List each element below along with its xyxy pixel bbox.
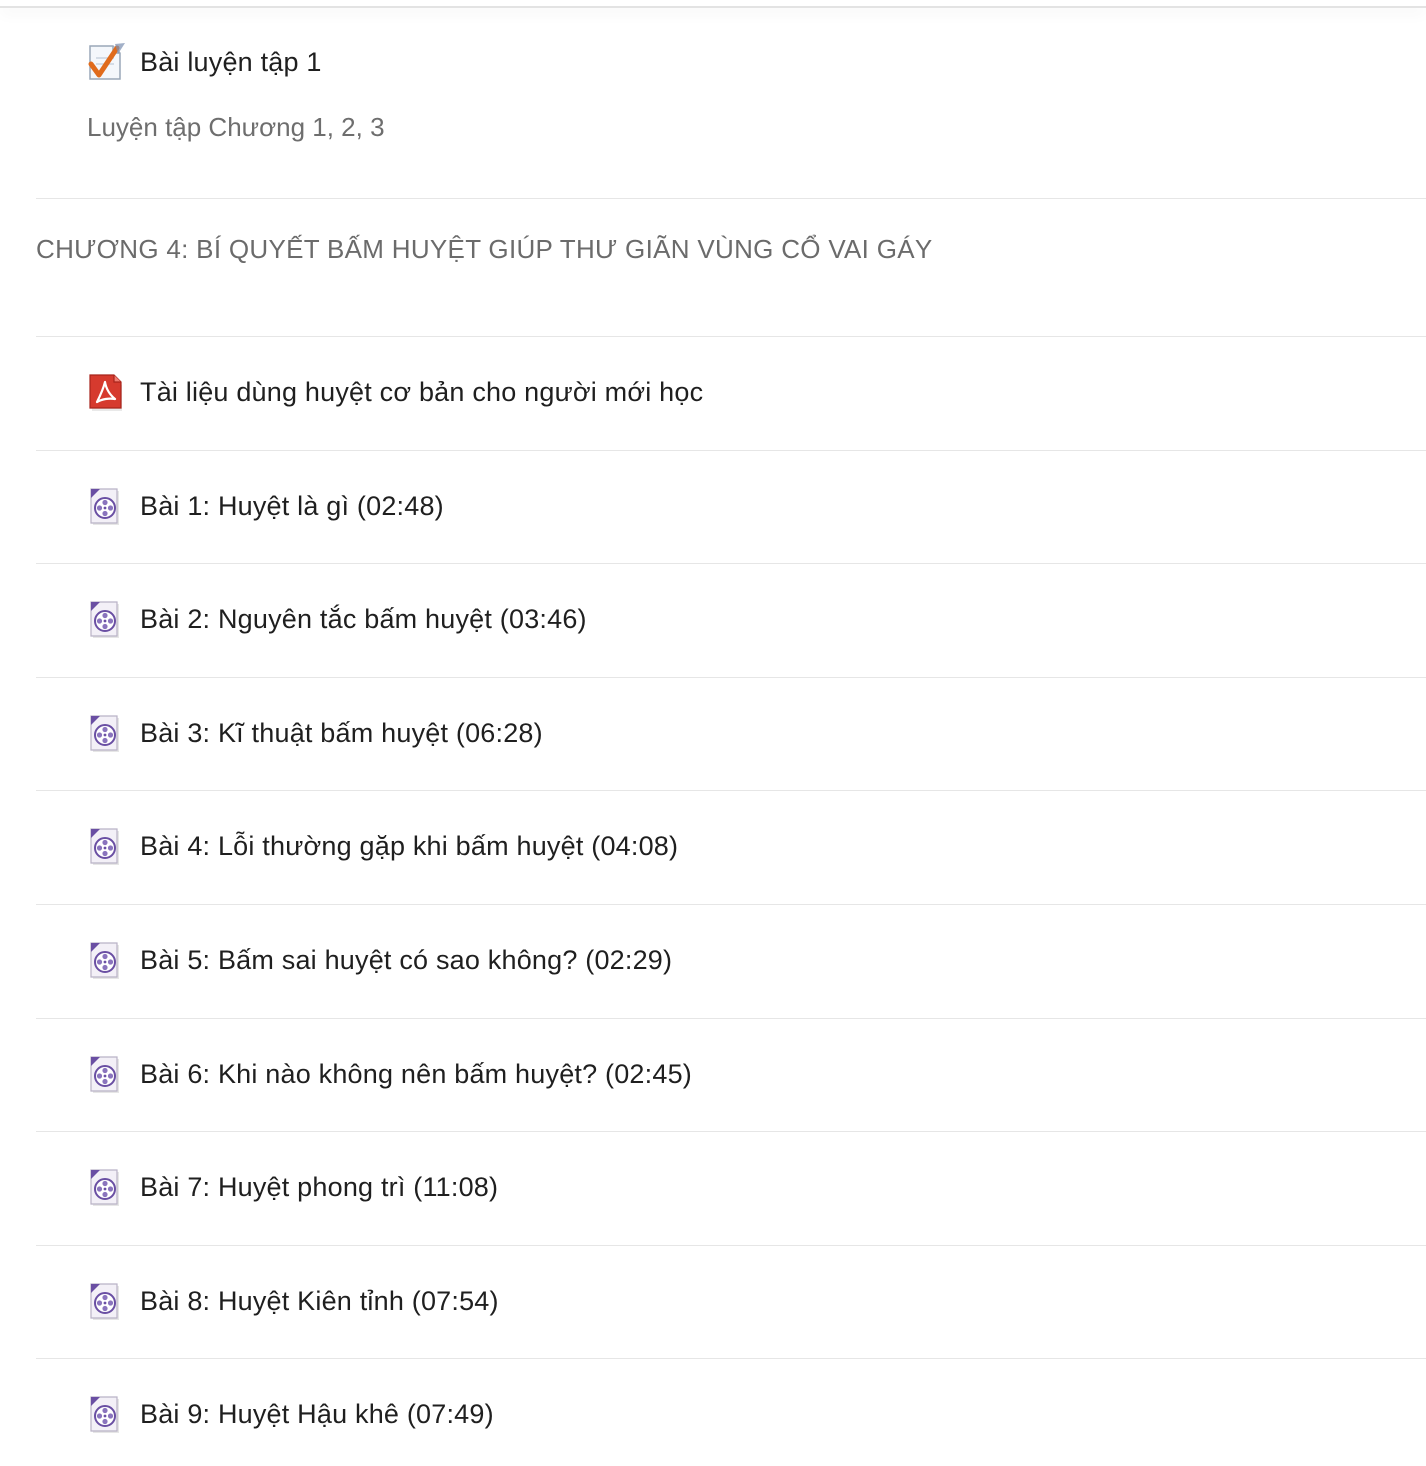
activity-video-lesson[interactable]: Bài 8: Huyệt Kiên tỉnh (07:54) xyxy=(87,1279,499,1323)
resource-title-link[interactable]: Tài liệu dùng huyệt cơ bản cho người mới… xyxy=(140,377,703,408)
quiz-checkmark-icon xyxy=(87,42,127,82)
video-file-icon xyxy=(87,599,127,639)
lesson-title-link[interactable]: Bài 7: Huyệt phong trì (11:08) xyxy=(140,1172,498,1203)
lesson-title-link[interactable]: Bài 5: Bấm sai huyệt có sao không? (02:2… xyxy=(140,945,672,976)
divider xyxy=(36,198,1426,199)
video-file-icon xyxy=(87,940,127,980)
lesson-title-link[interactable]: Bài 1: Huyệt là gì (02:48) xyxy=(140,491,444,522)
video-file-icon xyxy=(87,826,127,866)
lesson-title-link[interactable]: Bài 6: Khi nào không nên bấm huyệt? (02:… xyxy=(140,1059,692,1090)
quiz-description: Luyện tập Chương 1, 2, 3 xyxy=(87,112,385,142)
activity-video-lesson[interactable]: Bài 1: Huyệt là gì (02:48) xyxy=(87,484,444,528)
divider xyxy=(36,1358,1426,1359)
activity-resource-pdf[interactable]: Tài liệu dùng huyệt cơ bản cho người mới… xyxy=(87,370,703,414)
pdf-file-icon xyxy=(87,372,127,412)
divider xyxy=(36,677,1426,678)
activity-video-lesson[interactable]: Bài 9: Huyệt Hậu khê (07:49) xyxy=(87,1392,494,1436)
divider xyxy=(36,904,1426,905)
lesson-title-link[interactable]: Bài 8: Huyệt Kiên tỉnh (07:54) xyxy=(140,1286,499,1317)
video-file-icon xyxy=(87,713,127,753)
activity-video-lesson[interactable]: Bài 7: Huyệt phong trì (11:08) xyxy=(87,1165,498,1209)
activity-video-lesson[interactable]: Bài 3: Kĩ thuật bấm huyệt (06:28) xyxy=(87,711,543,755)
activity-video-lesson[interactable]: Bài 5: Bấm sai huyệt có sao không? (02:2… xyxy=(87,938,672,982)
section-title: CHƯƠNG 4: BÍ QUYẾT BẤM HUYỆT GIÚP THƯ GI… xyxy=(36,234,933,264)
divider xyxy=(36,790,1426,791)
video-file-icon xyxy=(87,1167,127,1207)
divider xyxy=(36,563,1426,564)
activity-video-lesson[interactable]: Bài 6: Khi nào không nên bấm huyệt? (02:… xyxy=(87,1052,692,1096)
lesson-title-link[interactable]: Bài 2: Nguyên tắc bấm huyệt (03:46) xyxy=(140,604,587,635)
lesson-title-link[interactable]: Bài 4: Lỗi thường gặp khi bấm huyệt (04:… xyxy=(140,831,678,862)
divider xyxy=(36,1245,1426,1246)
activity-quiz[interactable]: Bài luyện tập 1 xyxy=(87,40,322,84)
activity-video-lesson[interactable]: Bài 2: Nguyên tắc bấm huyệt (03:46) xyxy=(87,597,587,641)
divider xyxy=(36,336,1426,337)
top-panel-edge xyxy=(0,0,1426,8)
video-file-icon xyxy=(87,486,127,526)
video-file-icon xyxy=(87,1281,127,1321)
divider xyxy=(36,1131,1426,1132)
quiz-title-link[interactable]: Bài luyện tập 1 xyxy=(140,47,322,78)
activity-video-lesson[interactable]: Bài 4: Lỗi thường gặp khi bấm huyệt (04:… xyxy=(87,824,678,868)
video-file-icon xyxy=(87,1054,127,1094)
lesson-title-link[interactable]: Bài 9: Huyệt Hậu khê (07:49) xyxy=(140,1399,494,1430)
video-file-icon xyxy=(87,1394,127,1434)
divider xyxy=(36,1018,1426,1019)
divider xyxy=(36,450,1426,451)
lesson-title-link[interactable]: Bài 3: Kĩ thuật bấm huyệt (06:28) xyxy=(140,718,543,749)
